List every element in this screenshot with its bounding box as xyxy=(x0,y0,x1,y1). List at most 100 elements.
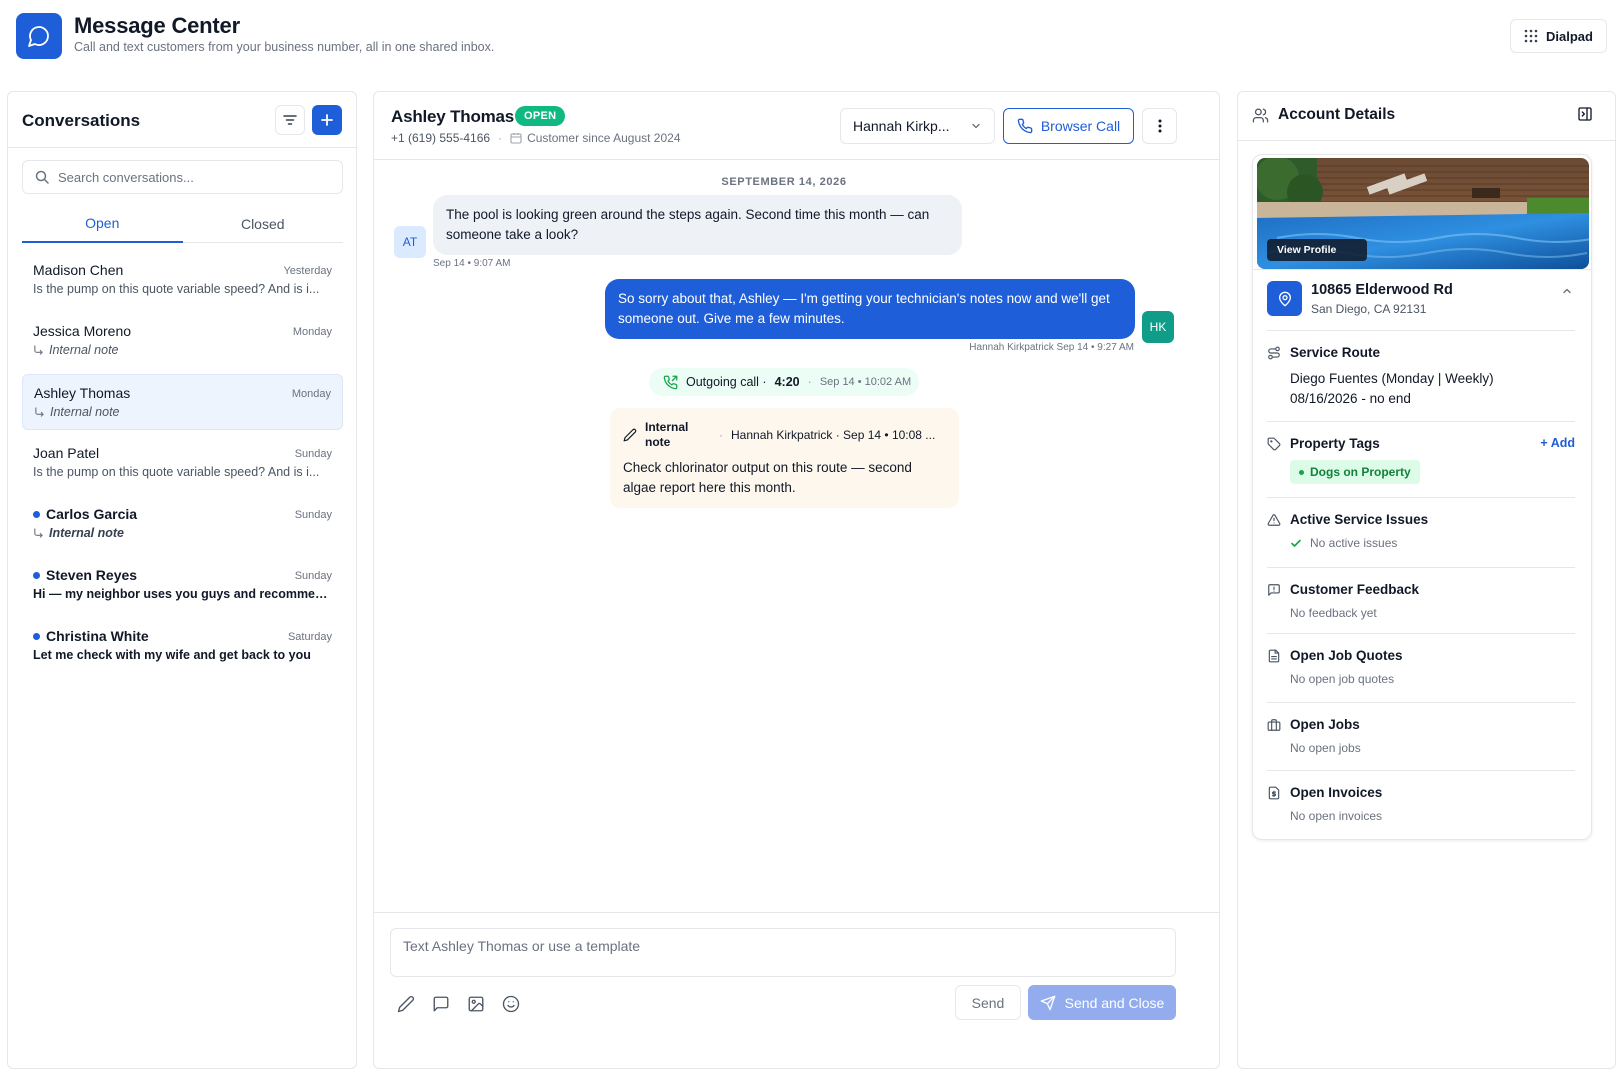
conversation-date: Saturday xyxy=(287,631,332,643)
reply-arrow-icon xyxy=(34,406,45,418)
conversation-item[interactable]: Carlos Garcia Sunday Internal note xyxy=(22,496,343,552)
panel-collapse-icon xyxy=(1577,106,1593,122)
conversation-date: Sunday xyxy=(294,448,332,460)
conversation-item[interactable]: Ashley Thomas Monday Internal note xyxy=(22,374,343,430)
assignee-select[interactable]: Hannah Kirkp... xyxy=(840,108,995,144)
view-profile-button[interactable]: View Profile xyxy=(1267,239,1367,261)
collapse-panel-button[interactable] xyxy=(1577,106,1593,122)
calendar-icon xyxy=(510,132,522,144)
divider xyxy=(1267,421,1575,422)
conversation-item[interactable]: Madison Chen Yesterday Is the pump on this… xyxy=(22,252,343,308)
property-tags-header: Property Tags xyxy=(1267,436,1575,451)
grid-icon xyxy=(1524,29,1538,43)
divider xyxy=(1238,140,1615,141)
smile-icon xyxy=(502,995,520,1013)
divider xyxy=(1267,702,1575,703)
call-event: Outgoing call · 4:20 · Sep 14 • 10:02 AM xyxy=(649,368,919,396)
plus-icon xyxy=(320,113,334,127)
tab-closed[interactable]: Closed xyxy=(183,205,344,242)
dialpad-label: Dialpad xyxy=(1546,28,1593,44)
conversation-item[interactable]: Joan Patel Sunday Is the pump on this quot… xyxy=(22,435,343,491)
search-box[interactable] xyxy=(22,160,343,194)
customer-avatar: AT xyxy=(394,226,426,258)
contact-phone: +1 (619) 555-4166 xyxy=(391,131,491,145)
send-button[interactable]: Send xyxy=(955,985,1021,1020)
search-input[interactable] xyxy=(58,169,328,185)
job-quotes-header: Open Job Quotes xyxy=(1267,648,1575,663)
template-button[interactable] xyxy=(429,992,453,1016)
attach-image-button[interactable] xyxy=(464,992,488,1016)
divider xyxy=(1267,567,1575,568)
reply-arrow-icon xyxy=(33,527,44,539)
tab-open[interactable]: Open xyxy=(22,205,183,243)
address-street: 10865 Elderwood Rd xyxy=(1311,282,1453,298)
divider xyxy=(1267,330,1575,331)
conversations-title: Conversations xyxy=(22,111,141,130)
conversation-preview-text: Internal note xyxy=(50,405,120,419)
note-author: Hannah Kirkpatrick · Sep 14 • 10:08 ... xyxy=(731,428,936,442)
service-route-details: Diego Fuentes (Monday | Weekly) 08/16/20… xyxy=(1290,369,1575,409)
property-tags-section: Property Tags + Add Dogs on Property xyxy=(1267,436,1575,484)
conversation-name: Jessica Moreno xyxy=(33,323,132,339)
page-subtitle: Call and text customers from your busine… xyxy=(74,40,495,54)
conversation-date: Sunday xyxy=(294,570,332,582)
separator-dot: · xyxy=(719,428,723,442)
filter-icon xyxy=(282,112,298,128)
property-photo[interactable]: View Profile xyxy=(1257,158,1589,269)
conversation-preview-text: Hi — my neighbor uses you guys and recom… xyxy=(33,587,332,601)
conversation-item[interactable]: Christina White Saturday Let me check with… xyxy=(22,618,343,674)
conversation-item[interactable]: Steven Reyes Sunday Hi — my neighbor uses … xyxy=(22,557,343,613)
filter-button[interactable] xyxy=(275,105,305,135)
location-badge xyxy=(1267,281,1302,316)
call-time: Sep 14 • 10:02 AM xyxy=(819,376,912,388)
more-vertical-icon xyxy=(1158,119,1162,133)
conversation-date: Yesterday xyxy=(283,265,332,277)
conversation-name-row: Ashley Thomas xyxy=(34,385,331,401)
message-timestamp: Sep 14 • 9:27 AM xyxy=(1056,342,1134,353)
job-quotes-value: No open job quotes xyxy=(1290,672,1395,686)
conversation-name: Steven Reyes xyxy=(46,567,138,583)
divider xyxy=(1267,770,1575,771)
service-issues-title: Active Service Issues xyxy=(1290,512,1429,527)
customer-feedback-section: Customer Feedback No feedback yet xyxy=(1267,582,1575,620)
property-tags-title: Property Tags xyxy=(1290,436,1380,451)
address-collapse-button[interactable] xyxy=(1561,285,1573,297)
dialpad-button[interactable]: Dialpad xyxy=(1510,19,1607,53)
open-jobs-value: No open jobs xyxy=(1290,741,1361,755)
chevron-up-icon xyxy=(1561,285,1573,297)
add-tag-button[interactable]: + Add xyxy=(1540,436,1575,450)
call-duration: 4:20 xyxy=(774,375,800,389)
browser-call-label: Browser Call xyxy=(1040,118,1121,134)
conversation-date: Monday xyxy=(291,388,331,400)
conversation-preview: Is the pump on this quote variable speed… xyxy=(33,282,332,296)
conversation-preview: Is the pump on this quote variable speed… xyxy=(33,465,332,479)
message-timestamp: Sep 14 • 9:07 AM xyxy=(433,258,511,269)
conversation-preview: Let me check with my wife and get back t… xyxy=(33,648,332,662)
note-tool-button[interactable] xyxy=(394,992,418,1016)
page-title: Message Center xyxy=(74,13,240,38)
new-conversation-button[interactable] xyxy=(312,105,342,135)
chat-bubble-icon xyxy=(27,24,51,48)
conversation-preview-text: Is the pump on this quote variable speed… xyxy=(33,282,320,296)
open-jobs-section: Open Jobs No open jobs xyxy=(1267,717,1575,755)
more-options-button[interactable] xyxy=(1142,108,1177,144)
tag-dot xyxy=(1299,469,1304,475)
browser-call-button[interactable]: Browser Call xyxy=(1003,108,1134,144)
conversation-item[interactable]: Jessica Moreno Monday Internal note xyxy=(22,313,343,369)
conversation-preview-text: Internal note xyxy=(49,343,119,357)
send-and-close-button[interactable]: Send and Close xyxy=(1028,985,1176,1020)
conversation-preview-text: Is the pump on this quote variable speed… xyxy=(33,465,320,479)
invoice-icon xyxy=(1267,786,1281,800)
service-issues-value: No active issues xyxy=(1310,536,1398,550)
agent-message: So sorry about that, Ashley — I'm gettin… xyxy=(605,279,1135,339)
customer-feedback-value: No feedback yet xyxy=(1290,606,1377,620)
message-composer[interactable] xyxy=(390,928,1176,977)
message-square-icon xyxy=(432,995,450,1013)
reply-arrow-icon xyxy=(33,344,44,356)
pencil-icon xyxy=(623,428,637,442)
message-input[interactable] xyxy=(403,938,1163,967)
emoji-button[interactable] xyxy=(499,992,523,1016)
route-icon xyxy=(1267,346,1281,360)
internal-note: Internal note · Hannah Kirkpatrick · Sep… xyxy=(610,408,959,508)
message-author: Hannah Kirkpatrick xyxy=(969,342,1054,353)
